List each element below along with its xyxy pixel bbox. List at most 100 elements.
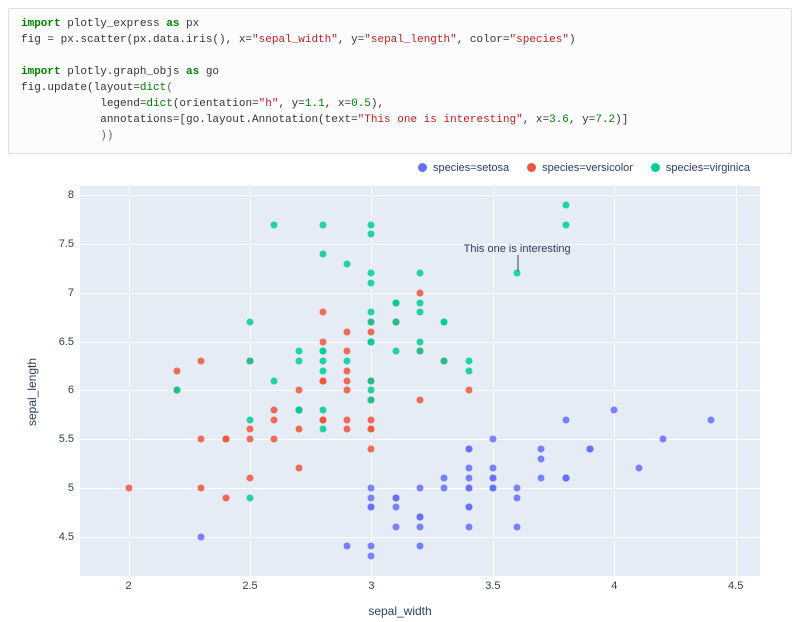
data-point[interactable] [392, 504, 399, 511]
data-point[interactable] [465, 465, 472, 472]
data-point[interactable] [417, 289, 424, 296]
data-point[interactable] [368, 494, 375, 501]
data-point[interactable] [222, 436, 229, 443]
scatter-chart[interactable]: species=setosa species=versicolor specie… [10, 162, 790, 622]
data-point[interactable] [587, 445, 594, 452]
data-point[interactable] [247, 475, 254, 482]
legend-item-virginica[interactable]: species=virginica [651, 162, 750, 174]
data-point[interactable] [319, 367, 326, 374]
data-point[interactable] [562, 221, 569, 228]
data-point[interactable] [368, 377, 375, 384]
data-point[interactable] [392, 494, 399, 501]
legend-item-setosa[interactable]: species=setosa [418, 162, 509, 174]
data-point[interactable] [368, 328, 375, 335]
data-point[interactable] [271, 436, 278, 443]
plot-area[interactable]: 4.555.566.577.5822.533.544.5This one is … [80, 186, 760, 576]
data-point[interactable] [635, 465, 642, 472]
data-point[interactable] [417, 348, 424, 355]
data-point[interactable] [465, 387, 472, 394]
data-point[interactable] [247, 494, 254, 501]
data-point[interactable] [295, 406, 302, 413]
data-point[interactable] [344, 358, 351, 365]
data-point[interactable] [417, 543, 424, 550]
data-point[interactable] [319, 338, 326, 345]
data-point[interactable] [174, 387, 181, 394]
data-point[interactable] [368, 309, 375, 316]
data-point[interactable] [514, 523, 521, 530]
data-point[interactable] [417, 484, 424, 491]
data-point[interactable] [368, 543, 375, 550]
data-point[interactable] [271, 221, 278, 228]
data-point[interactable] [417, 299, 424, 306]
data-point[interactable] [441, 358, 448, 365]
data-point[interactable] [247, 426, 254, 433]
data-point[interactable] [222, 494, 229, 501]
data-point[interactable] [392, 348, 399, 355]
data-point[interactable] [368, 338, 375, 345]
data-point[interactable] [198, 533, 205, 540]
data-point[interactable] [392, 299, 399, 306]
data-point[interactable] [344, 416, 351, 423]
data-point[interactable] [344, 426, 351, 433]
data-point[interactable] [465, 367, 472, 374]
data-point[interactable] [319, 348, 326, 355]
data-point[interactable] [417, 523, 424, 530]
data-point[interactable] [247, 358, 254, 365]
data-point[interactable] [538, 475, 545, 482]
data-point[interactable] [562, 475, 569, 482]
data-point[interactable] [295, 348, 302, 355]
data-point[interactable] [489, 475, 496, 482]
data-point[interactable] [368, 397, 375, 404]
data-point[interactable] [538, 445, 545, 452]
data-point[interactable] [319, 426, 326, 433]
data-point[interactable] [368, 504, 375, 511]
data-point[interactable] [295, 358, 302, 365]
data-point[interactable] [489, 465, 496, 472]
data-point[interactable] [465, 523, 472, 530]
data-point[interactable] [659, 436, 666, 443]
data-point[interactable] [392, 319, 399, 326]
data-point[interactable] [271, 377, 278, 384]
data-point[interactable] [441, 484, 448, 491]
data-point[interactable] [319, 406, 326, 413]
data-point[interactable] [465, 504, 472, 511]
data-point[interactable] [368, 416, 375, 423]
data-point[interactable] [708, 416, 715, 423]
data-point[interactable] [465, 475, 472, 482]
data-point[interactable] [611, 406, 618, 413]
data-point[interactable] [319, 358, 326, 365]
data-point[interactable] [465, 445, 472, 452]
data-point[interactable] [441, 475, 448, 482]
data-point[interactable] [344, 543, 351, 550]
data-point[interactable] [319, 221, 326, 228]
data-point[interactable] [465, 358, 472, 365]
data-point[interactable] [562, 202, 569, 209]
data-point[interactable] [319, 309, 326, 316]
data-point[interactable] [344, 367, 351, 374]
data-point[interactable] [271, 416, 278, 423]
data-point[interactable] [368, 221, 375, 228]
data-point[interactable] [368, 553, 375, 560]
data-point[interactable] [247, 319, 254, 326]
data-point[interactable] [489, 484, 496, 491]
data-point[interactable] [295, 426, 302, 433]
data-point[interactable] [125, 484, 132, 491]
data-point[interactable] [368, 387, 375, 394]
data-point[interactable] [417, 514, 424, 521]
data-point[interactable] [368, 484, 375, 491]
data-point[interactable] [295, 387, 302, 394]
data-point[interactable] [344, 387, 351, 394]
data-point[interactable] [198, 436, 205, 443]
data-point[interactable] [319, 416, 326, 423]
legend-item-versicolor[interactable]: species=versicolor [527, 162, 633, 174]
data-point[interactable] [344, 348, 351, 355]
data-point[interactable] [538, 455, 545, 462]
data-point[interactable] [368, 280, 375, 287]
data-point[interactable] [417, 309, 424, 316]
data-point[interactable] [319, 250, 326, 257]
data-point[interactable] [368, 231, 375, 238]
data-point[interactable] [392, 523, 399, 530]
data-point[interactable] [198, 484, 205, 491]
data-point[interactable] [368, 426, 375, 433]
data-point[interactable] [247, 436, 254, 443]
